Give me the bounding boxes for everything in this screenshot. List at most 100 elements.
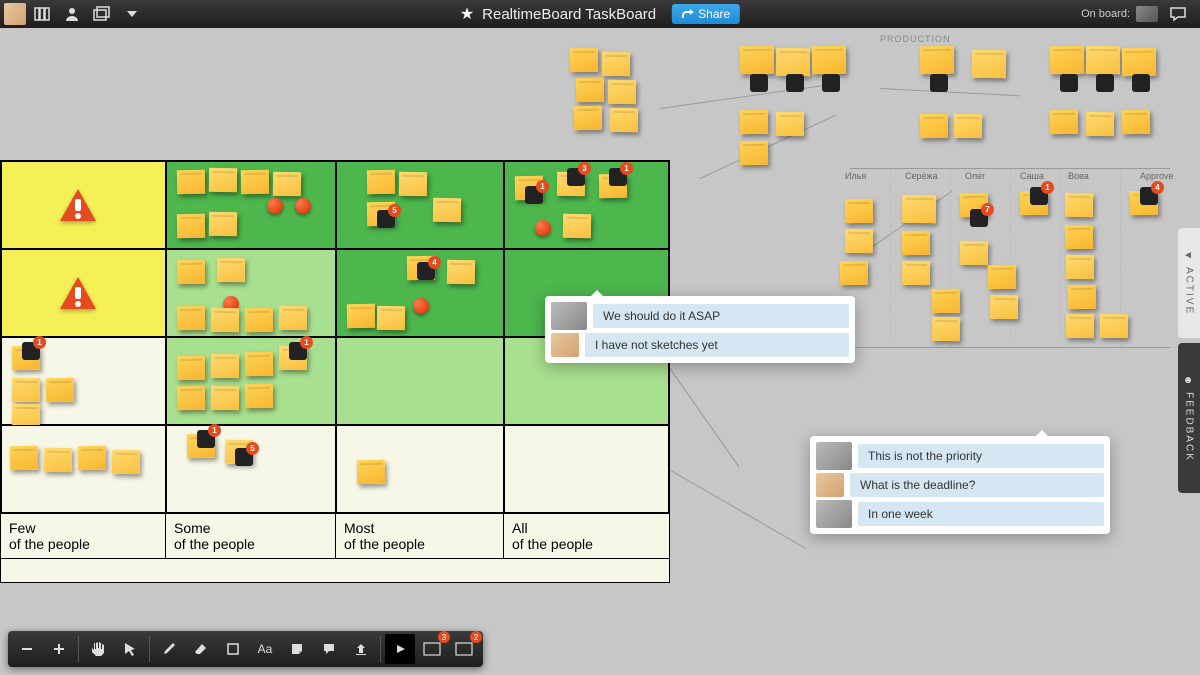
sticky-note[interactable] xyxy=(576,78,604,102)
sticky-note[interactable] xyxy=(245,308,273,332)
sticky-note[interactable] xyxy=(112,450,140,474)
sticky-note[interactable] xyxy=(776,48,810,77)
sticky-note[interactable] xyxy=(845,229,873,253)
sticky-note[interactable] xyxy=(241,170,269,194)
sticky-note[interactable] xyxy=(1065,193,1093,217)
sticky-note[interactable] xyxy=(211,354,239,378)
sticky-note[interactable] xyxy=(217,258,245,282)
sticky-note[interactable] xyxy=(1122,110,1150,134)
sticky-note[interactable] xyxy=(46,378,74,402)
sticky-note[interactable] xyxy=(177,260,205,284)
comment-pin[interactable] xyxy=(930,74,948,92)
sticky-note[interactable] xyxy=(44,448,72,472)
sticky-note[interactable] xyxy=(10,446,38,470)
sticky-note[interactable] xyxy=(932,317,960,341)
comment-pin[interactable] xyxy=(750,74,768,92)
sticky-note[interactable] xyxy=(960,241,988,265)
sticky-note[interactable] xyxy=(570,48,598,72)
sticky-note[interactable] xyxy=(902,231,930,255)
feedback-panel-toggle[interactable]: ☻ FEEDBACK xyxy=(1178,343,1200,493)
board-canvas[interactable]: PRODUCTION 5 xyxy=(0,28,1200,675)
sticky-note[interactable] xyxy=(602,52,630,76)
comment-pin[interactable]: 1 xyxy=(289,342,307,360)
sticky-note[interactable] xyxy=(740,110,768,134)
comment-pin[interactable]: 5 xyxy=(377,210,395,228)
comment-pin[interactable]: 1 xyxy=(1030,187,1048,205)
sticky-note[interactable] xyxy=(211,308,239,332)
sticky-note[interactable] xyxy=(932,289,960,313)
star-icon[interactable]: ★ xyxy=(460,4,474,24)
sticky-note[interactable] xyxy=(177,356,205,380)
text-tool[interactable]: Aa xyxy=(250,634,280,664)
zoom-out-button[interactable] xyxy=(12,634,42,664)
comment-thread[interactable]: We should do it ASAP I have not sketches… xyxy=(545,296,855,363)
sticky-note[interactable] xyxy=(177,170,205,194)
sticky-note[interactable] xyxy=(433,198,461,222)
sticky-note[interactable] xyxy=(1122,48,1156,77)
active-panel-toggle[interactable]: ◄ ACTIVE xyxy=(1178,228,1200,338)
user-avatar[interactable] xyxy=(4,3,26,25)
comment-pin[interactable]: 1 xyxy=(22,342,40,360)
sticky-note[interactable] xyxy=(245,352,273,376)
sticky-note[interactable] xyxy=(177,386,205,410)
sticky-note[interactable] xyxy=(245,384,273,408)
comment-pin[interactable]: 5 xyxy=(235,448,253,466)
status-dot[interactable] xyxy=(413,298,429,314)
sticky-note[interactable] xyxy=(1086,112,1114,136)
pen-tool[interactable] xyxy=(154,634,184,664)
sticky-note[interactable] xyxy=(776,112,804,136)
sticky-note[interactable] xyxy=(357,460,385,484)
eraser-tool[interactable] xyxy=(186,634,216,664)
sticky-note[interactable] xyxy=(1100,314,1128,338)
sticky-note[interactable] xyxy=(177,214,205,238)
comment-pin[interactable] xyxy=(822,74,840,92)
sticky-note[interactable] xyxy=(1050,46,1084,75)
sticky-tool[interactable] xyxy=(282,634,312,664)
chat-icon[interactable] xyxy=(1164,0,1192,28)
people-icon[interactable] xyxy=(58,0,86,28)
status-dot[interactable] xyxy=(535,220,551,236)
sticky-note[interactable] xyxy=(273,172,301,196)
presentation-tool[interactable] xyxy=(385,634,415,664)
sticky-note[interactable] xyxy=(1066,255,1094,279)
frame-notify-1[interactable]: 3 xyxy=(417,634,447,664)
comment-thread[interactable]: This is not the priority What is the dea… xyxy=(810,436,1110,534)
sticky-note[interactable] xyxy=(988,265,1016,289)
sticky-note[interactable] xyxy=(740,46,774,75)
comment-pin[interactable]: 3 xyxy=(567,168,585,186)
dropdown-icon[interactable] xyxy=(118,0,146,28)
comment-pin[interactable]: 1 xyxy=(525,186,543,204)
sticky-note[interactable] xyxy=(990,295,1018,319)
comment-pin[interactable]: 1 xyxy=(609,168,627,186)
shape-tool[interactable] xyxy=(218,634,248,664)
sticky-note[interactable] xyxy=(78,446,106,470)
select-tool[interactable] xyxy=(115,634,145,664)
sticky-note[interactable] xyxy=(920,46,954,75)
status-dot[interactable] xyxy=(295,198,311,214)
comment-pin[interactable]: 7 xyxy=(970,209,988,227)
sticky-note[interactable] xyxy=(812,46,846,75)
sticky-note[interactable] xyxy=(610,108,638,132)
presence-avatar[interactable] xyxy=(1136,6,1158,22)
comment-pin[interactable] xyxy=(1060,74,1078,92)
frame-notify-2[interactable]: 2 xyxy=(449,634,479,664)
sticky-note[interactable] xyxy=(840,261,868,285)
sticky-note[interactable] xyxy=(1065,225,1093,249)
share-button[interactable]: Share xyxy=(672,4,740,24)
sticky-note[interactable] xyxy=(972,50,1006,79)
sticky-note[interactable] xyxy=(608,80,636,104)
comment-pin[interactable] xyxy=(1096,74,1114,92)
comment-pin[interactable] xyxy=(1132,74,1150,92)
zoom-in-button[interactable] xyxy=(44,634,74,664)
sticky-note[interactable] xyxy=(563,214,591,238)
comment-pin[interactable]: 1 xyxy=(197,430,215,448)
sticky-note[interactable] xyxy=(740,141,768,165)
sticky-note[interactable] xyxy=(1086,46,1120,75)
sticky-note[interactable] xyxy=(902,261,930,285)
sticky-note[interactable] xyxy=(367,170,395,194)
sticky-note[interactable] xyxy=(209,212,237,236)
sticky-note[interactable] xyxy=(279,306,307,330)
status-dot[interactable] xyxy=(267,198,283,214)
sticky-note[interactable] xyxy=(377,306,405,330)
sticky-note[interactable] xyxy=(399,172,427,196)
